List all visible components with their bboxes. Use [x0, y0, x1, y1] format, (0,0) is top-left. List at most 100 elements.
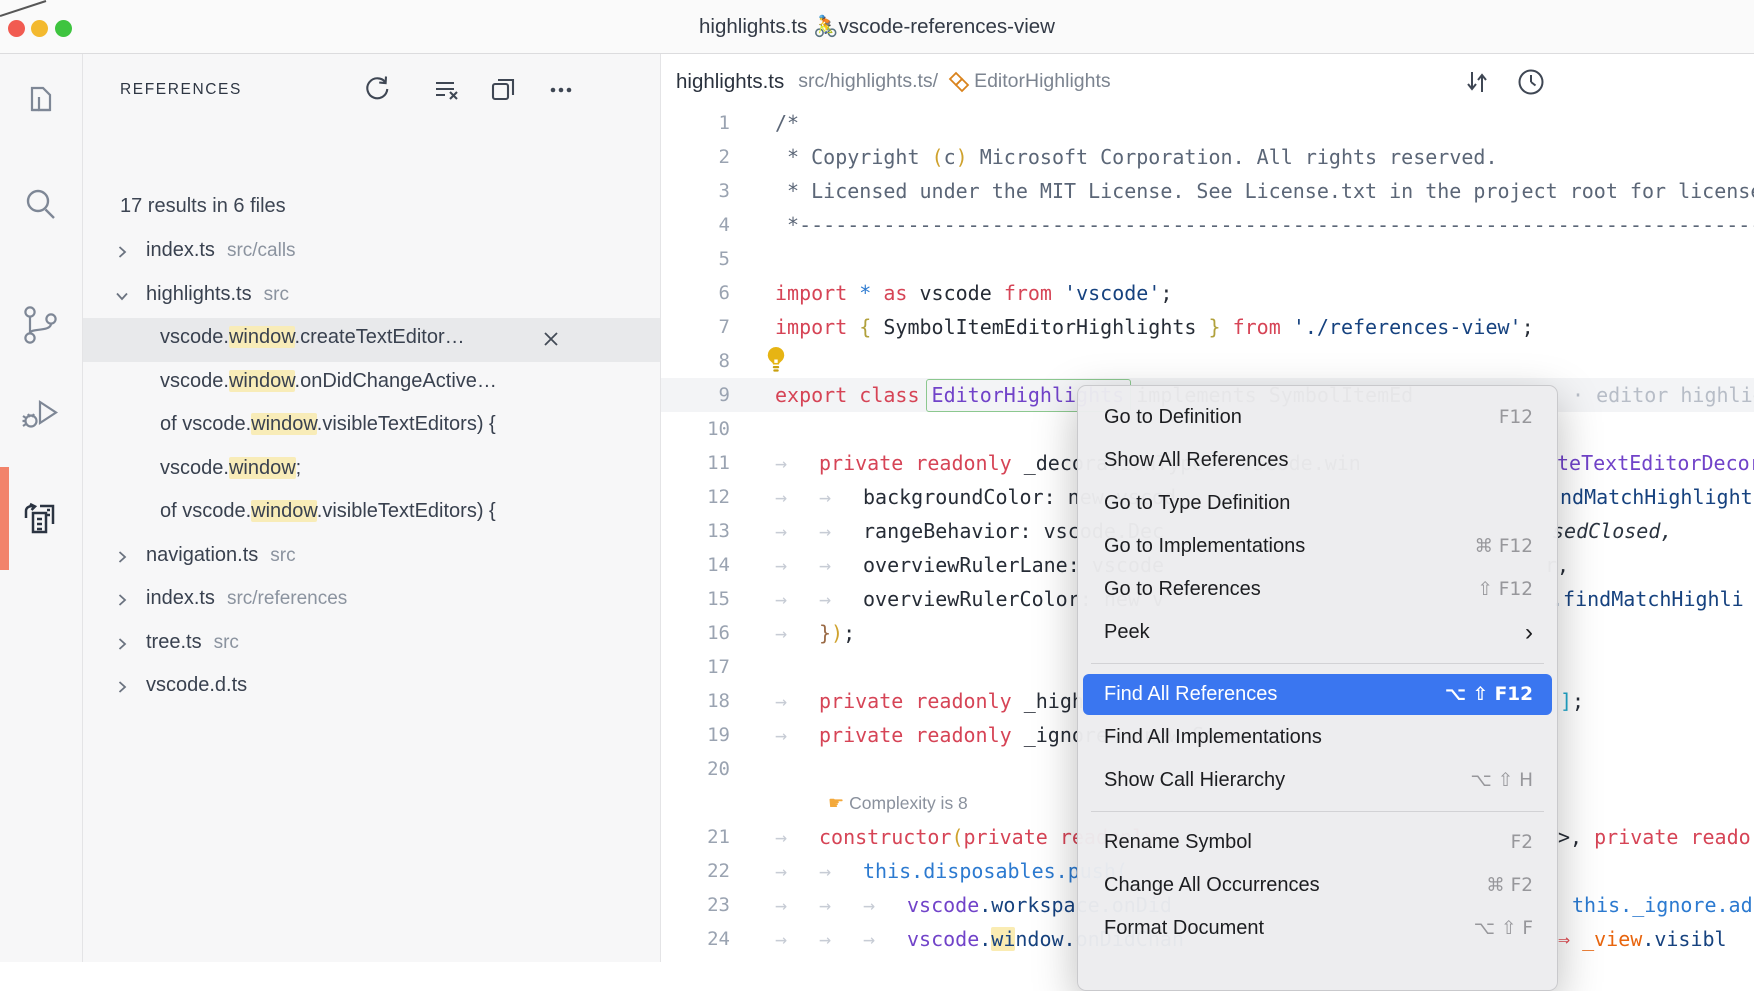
references-panel: REFERENCES 17 results in 6 files index.t…: [82, 53, 661, 962]
file-path: src: [264, 284, 289, 305]
file-name: tree.tssrc: [146, 631, 239, 654]
symbol-class-icon: [948, 71, 970, 93]
chevron-right-icon[interactable]: [113, 243, 131, 266]
reference-result-row[interactable]: vscode.window.onDidChangeActive…: [82, 362, 660, 406]
result-text: vscode.window;: [160, 457, 301, 480]
menu-item-show-call-hierarchy[interactable]: Show Call Hierarchy⌥ ⇧ H: [1078, 759, 1557, 802]
line-number: 11: [660, 446, 730, 480]
reference-result-row[interactable]: of vscode.window.visibleTextEditors) {: [82, 492, 660, 536]
file-path: src: [214, 632, 239, 653]
line-number: 23: [660, 888, 730, 922]
activity-bar-item-run-debug[interactable]: [18, 390, 64, 436]
code-line[interactable]: 1/*: [660, 106, 1754, 140]
reference-result-row[interactable]: vscode.window.createTextEditor…: [82, 318, 660, 362]
timeline-icon[interactable]: [1516, 67, 1546, 97]
window-title: highlights.ts 🚴vscode-references-view: [0, 0, 1754, 53]
line-number: 20: [660, 752, 730, 786]
file-name: highlights.tssrc: [146, 283, 289, 306]
menu-shortcut: ⌥ ⇧ H: [1471, 759, 1534, 802]
line-number: 7: [660, 310, 730, 344]
code-fragment: ⇒ _view.visibl: [1558, 922, 1727, 956]
reference-file-row[interactable]: index.tssrc/references: [82, 579, 660, 623]
menu-item-find-all-references[interactable]: Find All References⌥ ⇧ F12: [1078, 673, 1557, 716]
code-fragment: ndMatchHighlight: [1560, 480, 1753, 514]
menu-shortcut: ⌥ ⇧ F12: [1445, 673, 1533, 716]
breadcrumb-file[interactable]: highlights.ts: [676, 70, 784, 94]
activity-bar: [0, 53, 83, 962]
line-number: 15: [660, 582, 730, 616]
code-line[interactable]: 4 *-------------------------------------…: [660, 208, 1754, 242]
pointing-hand-icon: ☛: [828, 793, 844, 813]
menu-separator: [1078, 654, 1557, 673]
dismiss-result-icon[interactable]: [541, 329, 561, 349]
menu-shortcut: F2: [1511, 821, 1533, 864]
chevron-right-icon[interactable]: [113, 678, 131, 701]
activity-bar-item-source-control[interactable]: [18, 302, 64, 348]
results-summary: 17 results in 6 files: [120, 195, 286, 218]
reference-file-row[interactable]: highlights.tssrc: [82, 275, 660, 319]
open-changes-icon[interactable]: [1462, 67, 1492, 97]
menu-item-rename-symbol[interactable]: Rename SymbolF2: [1078, 821, 1557, 864]
menu-item-find-all-implementations[interactable]: Find All Implementations: [1078, 716, 1557, 759]
code-fragment: ];: [1560, 684, 1584, 718]
chevron-right-icon[interactable]: [113, 635, 131, 658]
file-path: src/references: [227, 588, 347, 609]
reference-result-row[interactable]: of vscode.window.visibleTextEditors) {: [82, 405, 660, 449]
line-number: 17: [660, 650, 730, 684]
menu-shortcut: ⇧ F12: [1477, 568, 1533, 611]
line-number: 12: [660, 480, 730, 514]
activity-bar-item-references-view[interactable]: [18, 495, 64, 541]
menu-item-go-to-definition[interactable]: Go to DefinitionF12: [1078, 396, 1557, 439]
menu-item-show-all-references[interactable]: Show All References: [1078, 439, 1557, 482]
reference-file-row[interactable]: tree.tssrc: [82, 623, 660, 667]
code-text: import * as vscode from 'vscode';: [775, 276, 1172, 310]
reference-file-row[interactable]: vscode.d.ts: [82, 666, 660, 710]
code-line[interactable]: 7import { SymbolItemEditorHighlights } f…: [660, 310, 1754, 344]
chevron-down-icon[interactable]: [113, 287, 131, 310]
submenu-arrow-icon: ›: [1525, 611, 1533, 654]
result-text: of vscode.window.visibleTextEditors) {: [160, 413, 496, 436]
menu-item-format-document[interactable]: Format Document⌥ ⇧ F: [1078, 907, 1557, 950]
menu-item-change-all-occurrences[interactable]: Change All Occurrences⌘ F2: [1078, 864, 1557, 907]
breadcrumb-symbol[interactable]: EditorHighlights: [974, 70, 1111, 93]
lightbulb-icon[interactable]: [765, 346, 787, 378]
line-number: 2: [660, 140, 730, 174]
code-line[interactable]: 2 * Copyright (c) Microsoft Corporation.…: [660, 140, 1754, 174]
line-number: 16: [660, 616, 730, 650]
code-text: →→this.disposables.push(: [775, 854, 1128, 888]
result-text: of vscode.window.visibleTextEditors) {: [160, 500, 496, 523]
active-view-indicator: [0, 467, 9, 570]
code-line[interactable]: 6import * as vscode from 'vscode';: [660, 276, 1754, 310]
line-number: 22: [660, 854, 730, 888]
code-line[interactable]: 8: [660, 344, 1754, 378]
file-name: vscode.d.ts: [146, 674, 247, 697]
line-number: 18: [660, 684, 730, 718]
panel-title: REFERENCES: [120, 81, 242, 99]
line-number: 3: [660, 174, 730, 208]
menu-item-go-to-type-definition[interactable]: Go to Type Definition: [1078, 482, 1557, 525]
chevron-right-icon[interactable]: [113, 548, 131, 571]
activity-bar-item-explorer[interactable]: [18, 82, 64, 128]
menu-item-peek[interactable]: Peek›: [1078, 611, 1557, 654]
reference-file-row[interactable]: navigation.tssrc: [82, 536, 660, 580]
reference-result-row[interactable]: vscode.window;: [82, 449, 660, 493]
more-actions-icon[interactable]: [545, 73, 577, 105]
menu-item-go-to-implementations[interactable]: Go to Implementations⌘ F12: [1078, 525, 1557, 568]
context-menu: Go to DefinitionF12Show All ReferencesGo…: [1077, 385, 1558, 991]
clear-results-icon[interactable]: [429, 73, 461, 105]
code-line[interactable]: 3 * Licensed under the MIT License. See …: [660, 174, 1754, 208]
activity-bar-item-search[interactable]: [18, 182, 64, 228]
code-fragment: this._ignore.ad: [1572, 888, 1753, 922]
breadcrumb-path[interactable]: src/highlights.ts/: [798, 70, 938, 93]
code-text: →});: [775, 616, 855, 650]
chevron-right-icon[interactable]: [113, 591, 131, 614]
line-number: 19: [660, 718, 730, 752]
code-fragment: .findMatchHighli: [1551, 582, 1744, 616]
menu-shortcut: ⌥ ⇧ F: [1474, 907, 1533, 950]
collapse-all-icon[interactable]: [487, 73, 519, 105]
menu-item-go-to-references[interactable]: Go to References⇧ F12: [1078, 568, 1557, 611]
reference-file-row[interactable]: index.tssrc/calls: [82, 231, 660, 275]
code-line[interactable]: 5: [660, 242, 1754, 276]
code-text: /*: [775, 106, 799, 140]
refresh-icon[interactable]: [361, 73, 393, 105]
